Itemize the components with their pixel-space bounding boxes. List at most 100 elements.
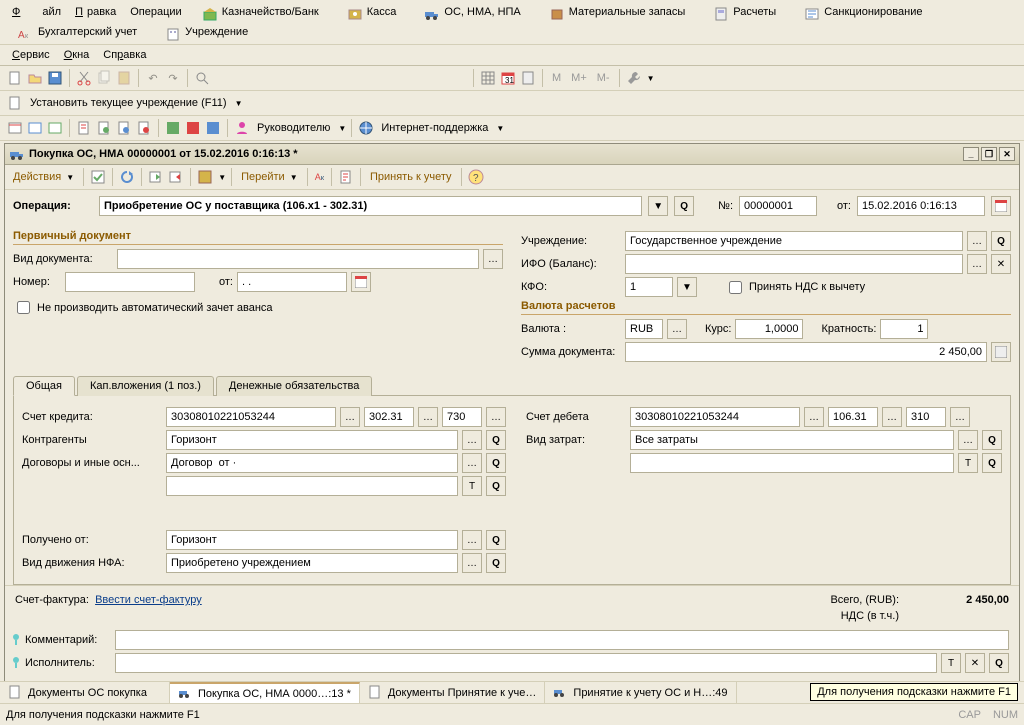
redo-icon[interactable]: ↷ (164, 69, 182, 87)
unpost-icon[interactable] (167, 168, 185, 186)
tb3-ico5[interactable] (95, 119, 113, 137)
currency-input[interactable] (625, 319, 663, 339)
apply-icon[interactable] (89, 168, 107, 186)
nds-checkbox[interactable] (729, 281, 742, 294)
kfo-dropdown-button[interactable]: ▼ (677, 277, 697, 297)
tb3-ico6[interactable] (115, 119, 133, 137)
operation-input[interactable] (99, 196, 642, 216)
goto-button[interactable]: Перейти ▼ (237, 169, 302, 185)
calculator-button[interactable] (991, 342, 1011, 362)
new-doc-icon[interactable] (6, 69, 24, 87)
tb3-ico3[interactable] (46, 119, 64, 137)
help-icon[interactable]: ? (467, 168, 485, 186)
menu-windows[interactable]: Окна (58, 47, 98, 63)
debit-account2-input[interactable] (828, 407, 878, 427)
scale-m[interactable]: M (548, 70, 565, 86)
avans-checkbox[interactable] (17, 301, 30, 314)
save-icon[interactable] (46, 69, 64, 87)
credit-account2-input[interactable] (364, 407, 414, 427)
cut-icon[interactable] (75, 69, 93, 87)
set-current-org-button[interactable]: Установить текущее учреждение (F11) (26, 95, 231, 111)
credit-account2-select-button[interactable]: … (418, 407, 438, 427)
refresh-icon[interactable] (118, 168, 136, 186)
comment-input[interactable] (115, 630, 1009, 650)
tab-obligations[interactable]: Денежные обязательства (216, 376, 372, 396)
open-icon[interactable] (26, 69, 44, 87)
paste-icon[interactable] (115, 69, 133, 87)
menu-materials[interactable]: Материальные запасы (537, 2, 702, 22)
minimize-button[interactable]: _ (963, 147, 979, 161)
menu-edit[interactable]: Правка (69, 4, 124, 20)
calendar-icon[interactable]: 31 (499, 69, 517, 87)
executor-search-button[interactable]: Q (989, 653, 1009, 673)
pin-icon[interactable] (9, 655, 25, 671)
extra-input[interactable] (166, 476, 458, 496)
doc-type-select-button[interactable]: … (483, 249, 503, 269)
nfa-movement-select-button[interactable]: … (462, 553, 482, 573)
doc-num-input[interactable] (65, 272, 195, 292)
extra-r-input[interactable] (630, 453, 954, 473)
grid-icon[interactable] (479, 69, 497, 87)
calc2-icon[interactable] (519, 69, 537, 87)
menu-service[interactable]: Сервис (6, 47, 58, 63)
accept-button[interactable]: Принять к учету (366, 169, 456, 185)
task-item[interactable]: Документы ОС покупка (0, 682, 170, 703)
menu-institution[interactable]: Учреждение (153, 22, 264, 42)
docsum-input[interactable] (625, 342, 987, 362)
ifo-input[interactable] (625, 254, 963, 274)
kfo-input[interactable] (625, 277, 673, 297)
tb3-ico9[interactable] (184, 119, 202, 137)
cost-type-select-button[interactable]: … (958, 430, 978, 450)
contractor-input[interactable] (166, 430, 458, 450)
contract-select-button[interactable]: … (462, 453, 482, 473)
ifo-select-button[interactable]: … (967, 254, 987, 274)
rate-input[interactable] (735, 319, 803, 339)
menu-accounting[interactable]: АкБухгалтерский учет (6, 22, 153, 42)
executor-input[interactable] (115, 653, 937, 673)
scale-mplus[interactable]: M+ (567, 70, 591, 86)
calendar-button[interactable] (991, 196, 1011, 216)
tb3-ico1[interactable] (6, 119, 24, 137)
post-icon[interactable] (147, 168, 165, 186)
credit-account-input[interactable] (166, 407, 336, 427)
dropdown-icon[interactable]: ▼ (496, 124, 504, 133)
debit-account3-input[interactable] (906, 407, 946, 427)
doc-from-input[interactable] (237, 272, 347, 292)
find-icon[interactable] (193, 69, 211, 87)
operation-search-button[interactable]: Q (674, 196, 694, 216)
dropdown-icon[interactable]: ▼ (647, 74, 655, 83)
debit-account-input[interactable] (630, 407, 800, 427)
wrench-icon[interactable] (625, 69, 643, 87)
received-from-search-button[interactable]: Q (486, 530, 506, 550)
currency-select-button[interactable]: … (667, 319, 687, 339)
org-select-button[interactable]: … (967, 231, 987, 251)
copy-icon[interactable] (95, 69, 113, 87)
extra-search-button[interactable]: Q (486, 476, 506, 496)
tab-general[interactable]: Общая (13, 376, 75, 396)
credit-account-select-button[interactable]: … (340, 407, 360, 427)
org-search-button[interactable]: Q (991, 231, 1011, 251)
basis-icon[interactable] (196, 168, 214, 186)
restore-button[interactable]: ❐ (981, 147, 997, 161)
menu-help[interactable]: Справка (97, 47, 154, 63)
nfa-movement-search-button[interactable]: Q (486, 553, 506, 573)
debit-account-select-button[interactable]: … (804, 407, 824, 427)
close-button[interactable]: ✕ (999, 147, 1015, 161)
menu-calc[interactable]: Расчеты (701, 2, 792, 22)
internet-support-button[interactable]: Интернет-поддержка (377, 120, 492, 136)
cost-type-input[interactable] (630, 430, 954, 450)
tb3-ico7[interactable] (135, 119, 153, 137)
menu-sanction[interactable]: Санкционирование (792, 2, 938, 22)
menu-os[interactable]: ОС, НМА, НПА (412, 2, 536, 22)
dropdown-icon[interactable]: ▼ (338, 124, 346, 133)
tb3-ico10[interactable] (204, 119, 222, 137)
contract-input[interactable] (166, 453, 458, 473)
credit-account3-input[interactable] (442, 407, 482, 427)
executor-t-button[interactable]: T (941, 653, 961, 673)
dropdown-icon[interactable]: ▼ (235, 99, 243, 108)
mult-input[interactable] (880, 319, 928, 339)
tab-capital[interactable]: Кап.вложения (1 поз.) (77, 376, 214, 396)
received-from-select-button[interactable]: … (462, 530, 482, 550)
ifo-clear-button[interactable]: ✕ (991, 254, 1011, 274)
received-from-input[interactable] (166, 530, 458, 550)
